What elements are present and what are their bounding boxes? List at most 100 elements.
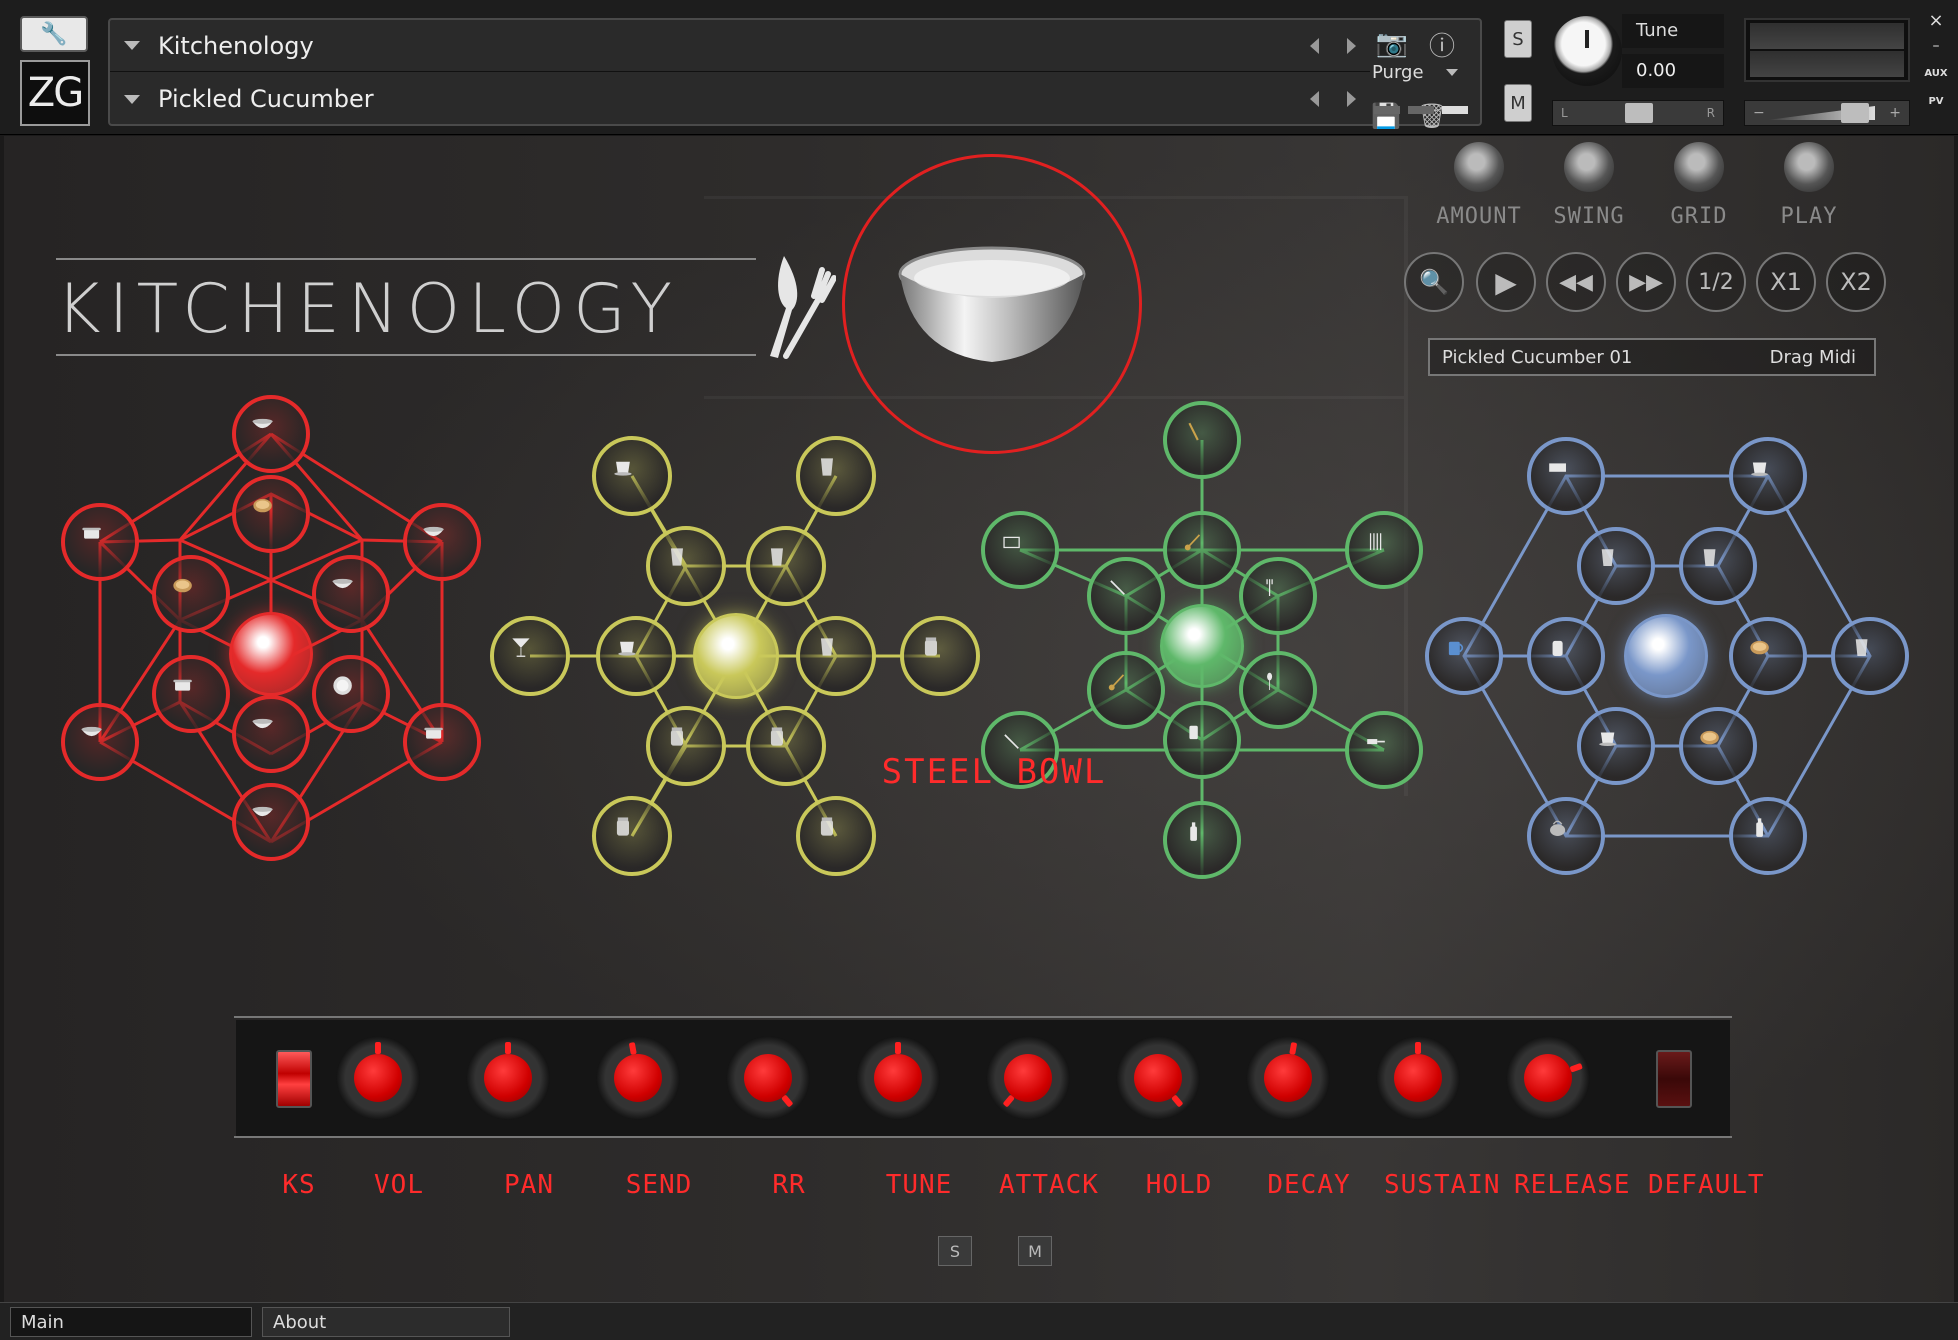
wrench-icon[interactable]: 🔧 xyxy=(20,16,88,52)
tab-main[interactable]: Main xyxy=(10,1307,252,1337)
fast-forward-icon[interactable]: ▶▶ xyxy=(1616,252,1676,312)
speed-x1-button[interactable]: X1 xyxy=(1756,252,1816,312)
sustain-knob[interactable] xyxy=(1376,1036,1460,1120)
group-3-instrument-cell[interactable] xyxy=(981,511,1059,589)
send-knob[interactable] xyxy=(596,1036,680,1120)
group-1-instrument-cell[interactable] xyxy=(61,503,139,581)
chevron-down-icon[interactable] xyxy=(124,94,140,104)
mute-button[interactable]: M xyxy=(1504,84,1532,122)
browse-midi-icon[interactable]: 🔍 xyxy=(1404,252,1464,312)
volume-slider-thumb[interactable] xyxy=(1841,103,1869,123)
group-4-instrument-cell[interactable] xyxy=(1577,527,1655,605)
delete-icon[interactable]: 🗑 xyxy=(1412,96,1452,136)
group-3-instrument-cell[interactable] xyxy=(1239,557,1317,635)
speed-x2-button[interactable]: X2 xyxy=(1826,252,1886,312)
group-1-instrument-cell[interactable] xyxy=(152,655,230,733)
grid-knob[interactable] xyxy=(1674,142,1724,192)
close-icon[interactable]: × xyxy=(1922,10,1950,31)
solo-button[interactable]: S xyxy=(1504,20,1532,58)
group-4-instrument-cell[interactable] xyxy=(1729,797,1807,875)
tune-value[interactable]: 0.00 xyxy=(1622,54,1724,88)
prev-instrument-icon[interactable] xyxy=(1310,37,1319,54)
group-3-instrument-cell[interactable] xyxy=(1163,801,1241,879)
plate-icon xyxy=(330,673,372,715)
preset-name-row[interactable]: Pickled Cucumber xyxy=(110,73,1370,125)
camera-icon[interactable]: 📷 xyxy=(1372,24,1412,64)
tab-about[interactable]: About xyxy=(262,1307,510,1337)
group-1-instrument-cell[interactable] xyxy=(403,503,481,581)
pan-slider-thumb[interactable] xyxy=(1625,103,1653,123)
group-1-instrument-cell[interactable] xyxy=(232,475,310,553)
midi-pattern-selector[interactable]: Pickled Cucumber 01 Drag Midi xyxy=(1428,338,1876,376)
cell-mute-button[interactable]: M xyxy=(1018,1236,1052,1266)
tune-param-knob[interactable] xyxy=(856,1036,940,1120)
play-icon[interactable]: ▶ xyxy=(1476,252,1536,312)
next-instrument-icon[interactable] xyxy=(1347,37,1356,54)
group-1-instrument-cell[interactable] xyxy=(232,395,310,473)
ks-toggle[interactable] xyxy=(276,1050,312,1108)
group-4-instrument-cell[interactable] xyxy=(1527,797,1605,875)
group-2-instrument-cell[interactable] xyxy=(490,616,570,696)
pan-slider[interactable]: L R xyxy=(1552,100,1724,126)
vol-knob[interactable] xyxy=(336,1036,420,1120)
amount-knob[interactable] xyxy=(1454,142,1504,192)
group-1-instrument-cell[interactable] xyxy=(232,783,310,861)
group-1-center-cell[interactable] xyxy=(229,612,313,696)
group-4-instrument-cell[interactable] xyxy=(1729,437,1807,515)
attack-knob[interactable] xyxy=(986,1036,1070,1120)
group-3-instrument-cell[interactable] xyxy=(1087,557,1165,635)
group-1-instrument-cell[interactable] xyxy=(152,555,230,633)
group-4-center-cell[interactable] xyxy=(1624,614,1708,698)
group-2-instrument-cell[interactable] xyxy=(900,616,980,696)
half-speed-button[interactable]: 1/2 xyxy=(1686,252,1746,312)
tune-knob[interactable] xyxy=(1552,16,1622,86)
info-icon[interactable]: ⓘ xyxy=(1422,24,1462,64)
release-knob[interactable] xyxy=(1506,1036,1590,1120)
group-2-instrument-cell[interactable] xyxy=(796,436,876,516)
group-2-instrument-cell[interactable] xyxy=(796,616,876,696)
group-4-instrument-cell[interactable] xyxy=(1425,617,1503,695)
pv-button[interactable]: PV xyxy=(1922,96,1950,107)
group-2-instrument-cell[interactable] xyxy=(746,526,826,606)
cell-solo-button[interactable]: S xyxy=(938,1236,972,1266)
tool-icon xyxy=(1181,419,1223,461)
rr-knob[interactable] xyxy=(726,1036,810,1120)
minimize-icon[interactable]: – xyxy=(1922,38,1950,54)
play-knob[interactable] xyxy=(1784,142,1834,192)
group-3-instrument-cell[interactable] xyxy=(1163,511,1241,589)
decay-knob[interactable] xyxy=(1246,1036,1330,1120)
instrument-name-row[interactable]: Kitchenology xyxy=(110,20,1370,72)
volume-slider[interactable]: − + xyxy=(1744,100,1910,126)
group-4-instrument-cell[interactable] xyxy=(1729,617,1807,695)
purge-menu[interactable]: Purge xyxy=(1372,62,1458,83)
group-3-instrument-cell[interactable] xyxy=(1345,511,1423,589)
group-4-instrument-cell[interactable] xyxy=(1527,617,1605,695)
glass-icon xyxy=(764,544,807,587)
chevron-down-icon[interactable] xyxy=(124,41,140,50)
group-2-center-cell[interactable] xyxy=(693,613,779,699)
pan-knob[interactable] xyxy=(466,1036,550,1120)
default-button[interactable] xyxy=(1656,1050,1692,1108)
next-preset-icon[interactable] xyxy=(1347,91,1356,107)
rewind-icon[interactable]: ◀◀ xyxy=(1546,252,1606,312)
group-3-center-cell[interactable] xyxy=(1160,604,1244,688)
group-2-instrument-cell[interactable] xyxy=(592,436,672,516)
drag-midi-button[interactable]: Drag Midi xyxy=(1770,347,1856,368)
group-2-instrument-cell[interactable] xyxy=(646,526,726,606)
swing-knob[interactable] xyxy=(1564,142,1614,192)
group-4-instrument-cell[interactable] xyxy=(1679,527,1757,605)
hold-knob[interactable] xyxy=(1116,1036,1200,1120)
group-3-instrument-cell[interactable] xyxy=(1087,651,1165,729)
group-1-instrument-cell[interactable] xyxy=(312,655,390,733)
group-2-instrument-cell[interactable] xyxy=(592,796,672,876)
group-1-instrument-cell[interactable] xyxy=(312,555,390,633)
aux-button[interactable]: AUX xyxy=(1922,68,1950,79)
group-4-instrument-cell[interactable] xyxy=(1831,617,1909,695)
save-icon[interactable]: 💾 xyxy=(1366,96,1406,136)
prev-preset-icon[interactable] xyxy=(1310,91,1319,107)
group-4-instrument-cell[interactable] xyxy=(1527,437,1605,515)
group-3-instrument-cell[interactable] xyxy=(1163,401,1241,479)
group-3-instrument-cell[interactable] xyxy=(1239,651,1317,729)
group-2-instrument-cell[interactable] xyxy=(796,796,876,876)
group-2-instrument-cell[interactable] xyxy=(596,616,676,696)
